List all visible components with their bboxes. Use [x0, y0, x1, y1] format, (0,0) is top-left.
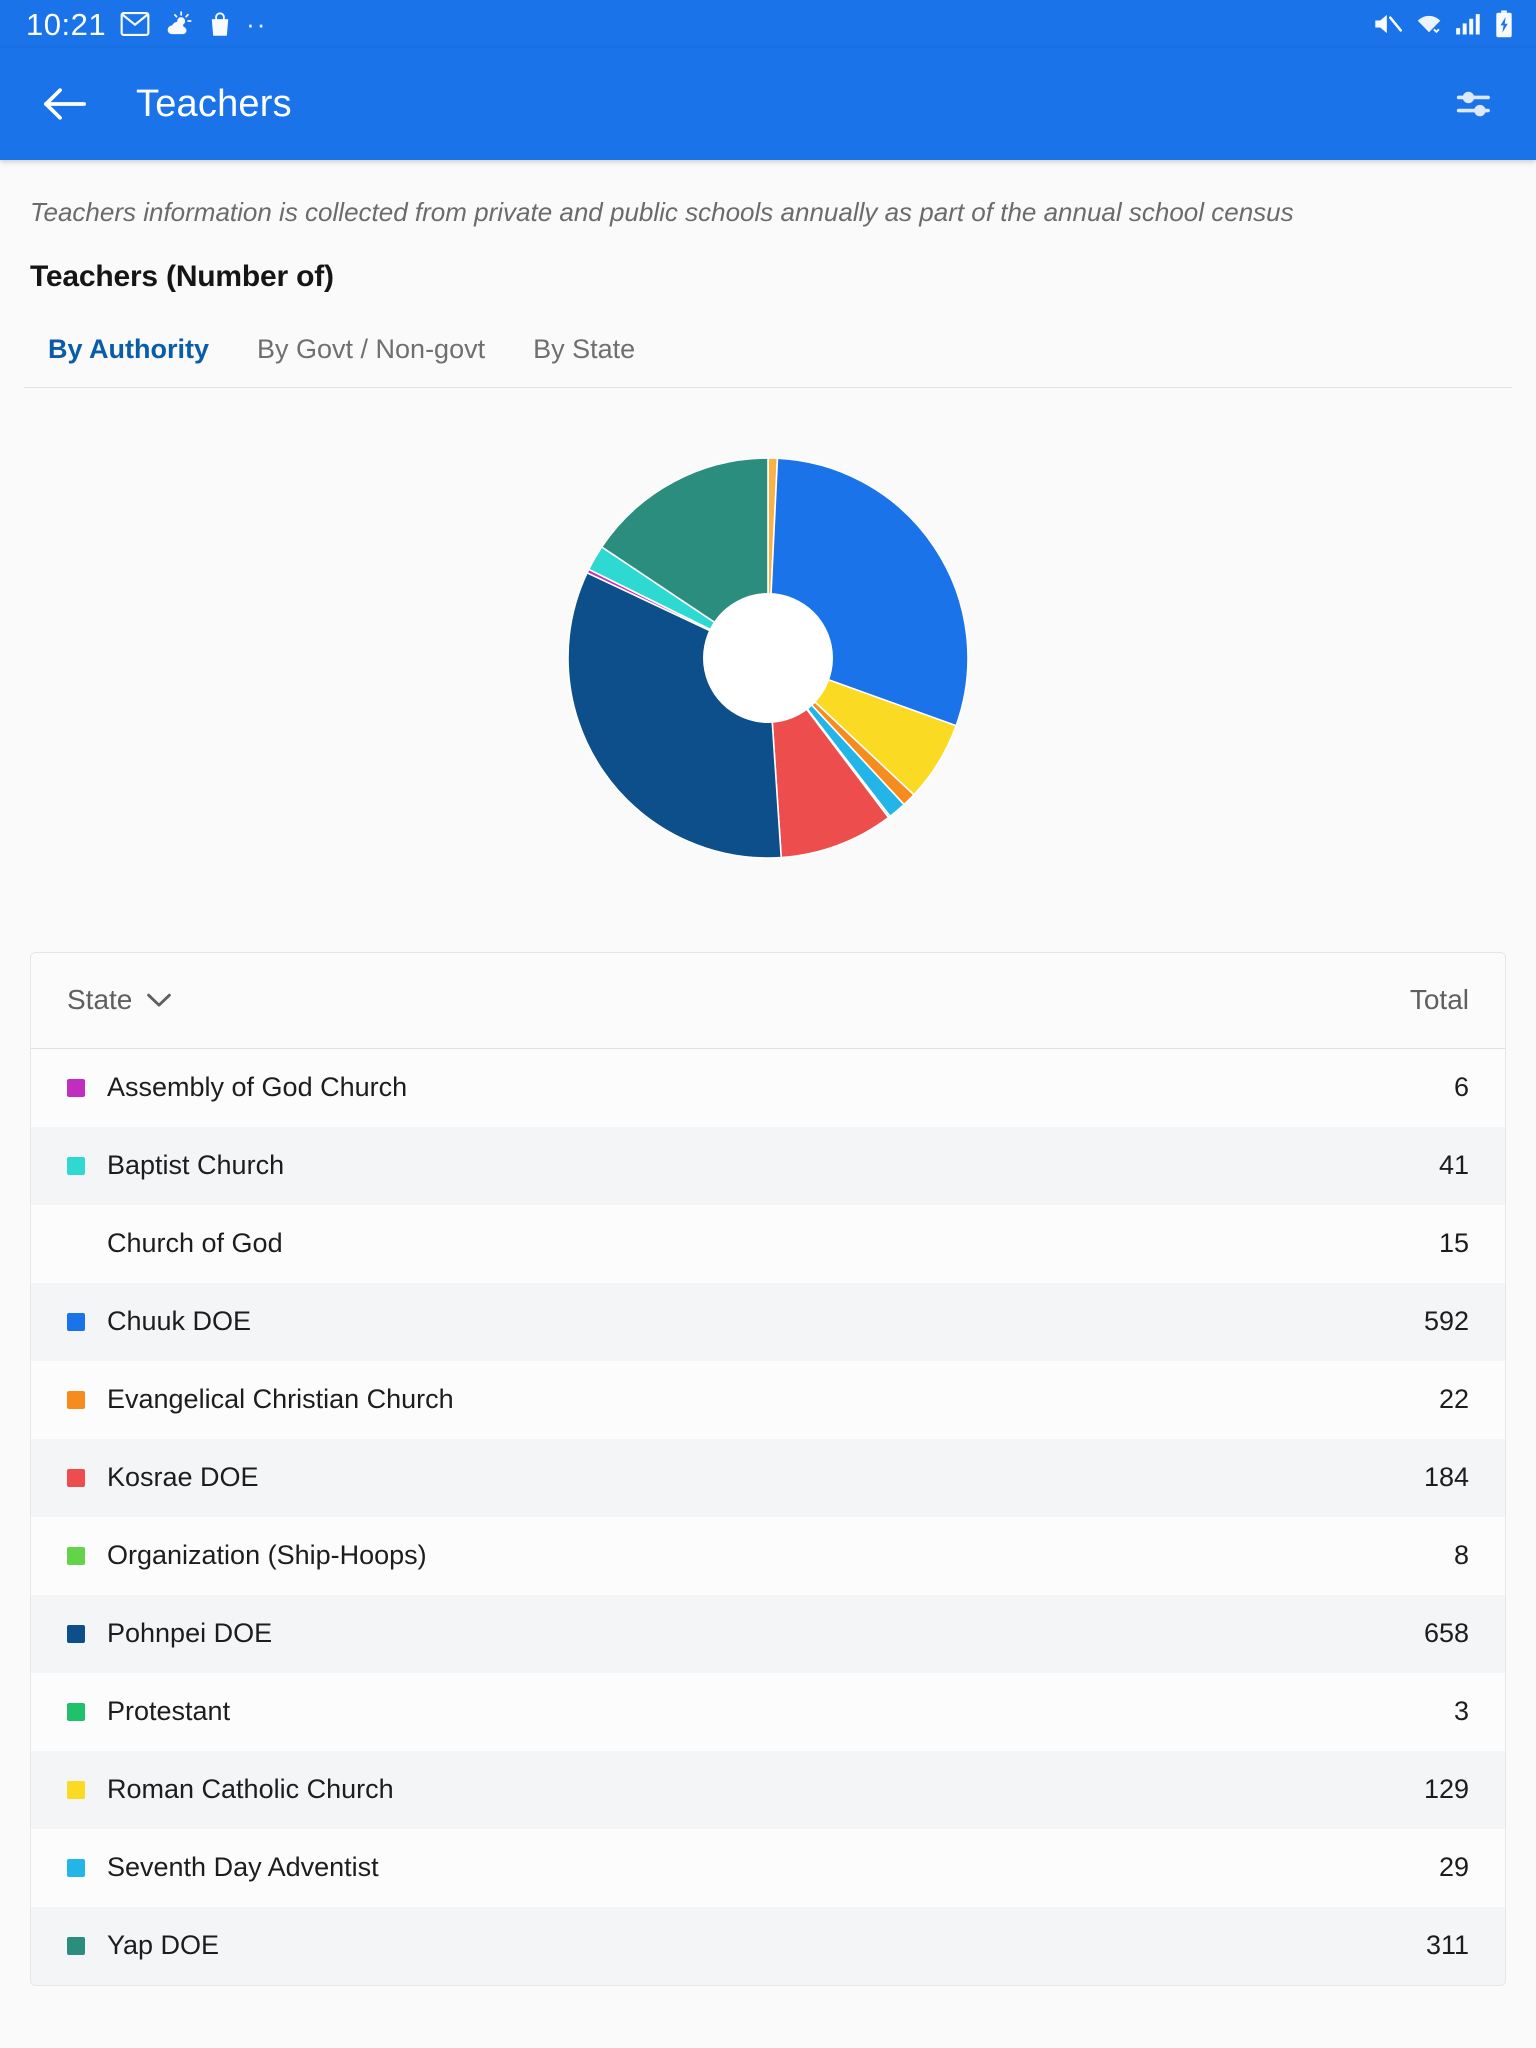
table-row[interactable]: Church of God 15 [31, 1204, 1505, 1283]
legend-color-swatch [67, 1390, 85, 1409]
legend-color-swatch [67, 1235, 85, 1253]
table-row[interactable]: Chuuk DOE 592 [31, 1282, 1505, 1361]
page-title: Teachers [136, 82, 292, 125]
table-row[interactable]: Kosrae DOE 184 [31, 1438, 1505, 1517]
legend-color-swatch [67, 1780, 85, 1799]
legend-color-swatch [67, 1078, 85, 1097]
table-cell-state: Baptist Church [107, 1150, 285, 1181]
arrow-back-icon [43, 88, 87, 120]
table-cell-total: 311 [1425, 1930, 1469, 1961]
table-cell-state: Organization (Ship-Hoops) [107, 1540, 427, 1571]
tab-by-govt-nongovt[interactable]: By Govt / Non-govt [233, 334, 509, 387]
chevron-down-icon [147, 994, 172, 1007]
table-cell-total: 6 [1453, 1072, 1469, 1103]
table-row[interactable]: Protestant 3 [31, 1672, 1505, 1751]
legend-color-swatch [67, 1702, 85, 1721]
table-cell-total: 8 [1453, 1540, 1469, 1571]
table-cell-state: Seventh Day Adventist [107, 1852, 379, 1883]
status-bar: 10:21 ·· [0, 0, 1536, 48]
table-cell-total: 658 [1423, 1618, 1469, 1649]
status-bar-left: 10:21 ·· [26, 9, 267, 40]
tune-filter-icon [1456, 91, 1490, 117]
column-header-state[interactable]: State [67, 984, 172, 1016]
table-cell-total: 15 [1438, 1228, 1469, 1259]
battery-charging-icon [1496, 10, 1512, 38]
data-table: State Total Assembly of God Church 6 Bapti… [30, 951, 1506, 1986]
table-cell-state: Yap DOE [107, 1930, 220, 1961]
table-cell-total: 184 [1423, 1462, 1469, 1493]
page-description: Teachers information is collected from p… [30, 197, 1294, 227]
table-cell-total: 129 [1423, 1774, 1469, 1805]
table-row[interactable]: Roman Catholic Church 129 [31, 1750, 1505, 1829]
table-cell-total: 3 [1453, 1696, 1469, 1727]
status-bar-right [1373, 10, 1514, 38]
table-cell-state: Assembly of God Church [107, 1072, 408, 1103]
app-bar: Teachers [0, 48, 1536, 160]
table-row[interactable]: Yap DOE 311 [31, 1906, 1505, 1985]
status-time: 10:21 [26, 6, 107, 42]
mute-icon [1375, 14, 1402, 34]
signal-icon [1456, 14, 1480, 35]
shopping-bag-icon [211, 12, 229, 36]
table-cell-state: Evangelical Christian Church [107, 1384, 454, 1415]
page-content: Teachers information is collected from p… [0, 160, 1536, 2048]
table-cell-state: Protestant [107, 1696, 231, 1727]
gmail-icon [120, 12, 150, 36]
table-cell-state: Kosrae DOE [107, 1462, 259, 1493]
table-cell-state: Pohnpei DOE [107, 1618, 273, 1649]
legend-color-swatch [67, 1858, 85, 1877]
table-cell-total: 29 [1438, 1852, 1469, 1883]
table-row[interactable]: Baptist Church 41 [31, 1126, 1505, 1205]
table-row[interactable]: Pohnpei DOE 658 [31, 1594, 1505, 1673]
weather-icon [167, 11, 192, 35]
column-header-total[interactable]: Total [1410, 984, 1469, 1016]
legend-color-swatch [67, 1312, 85, 1331]
back-button[interactable] [34, 73, 96, 135]
table-cell-state: Church of God [107, 1228, 283, 1259]
table-row[interactable]: Seventh Day Adventist 29 [31, 1828, 1505, 1907]
table-row[interactable]: Evangelical Christian Church 22 [31, 1360, 1505, 1439]
chart-area [0, 387, 1536, 928]
column-header-state-label: State [67, 984, 133, 1016]
tab-by-authority[interactable]: By Authority [24, 334, 233, 387]
table-cell-total: 592 [1423, 1306, 1469, 1337]
table-body: Assembly of God Church 6 Baptist Church 41 C… [31, 1048, 1505, 1985]
donut-center-hole [703, 592, 833, 723]
table-cell-state: Roman Catholic Church [107, 1774, 394, 1805]
donut-chart[interactable] [508, 398, 1028, 918]
table-header-row: State Total [31, 952, 1505, 1049]
filter-settings-button[interactable] [1444, 73, 1506, 135]
table-cell-state: Chuuk DOE [107, 1306, 252, 1337]
legend-color-swatch [67, 1936, 85, 1955]
legend-color-swatch [67, 1624, 85, 1643]
tab-by-state[interactable]: By State [509, 334, 659, 387]
table-cell-total: 41 [1438, 1150, 1469, 1181]
tab-bar: By Authority By Govt / Non-govt By State [24, 304, 1512, 388]
legend-color-swatch [67, 1156, 85, 1175]
legend-color-swatch [67, 1546, 85, 1565]
wifi-icon [1417, 15, 1441, 34]
table-cell-total: 22 [1438, 1384, 1469, 1415]
section-title: Teachers (Number of) [30, 259, 334, 293]
more-dots-icon: ·· [246, 8, 268, 39]
legend-color-swatch [67, 1468, 85, 1487]
table-row[interactable]: Organization (Ship-Hoops) 8 [31, 1516, 1505, 1595]
table-row[interactable]: Assembly of God Church 6 [31, 1048, 1505, 1127]
